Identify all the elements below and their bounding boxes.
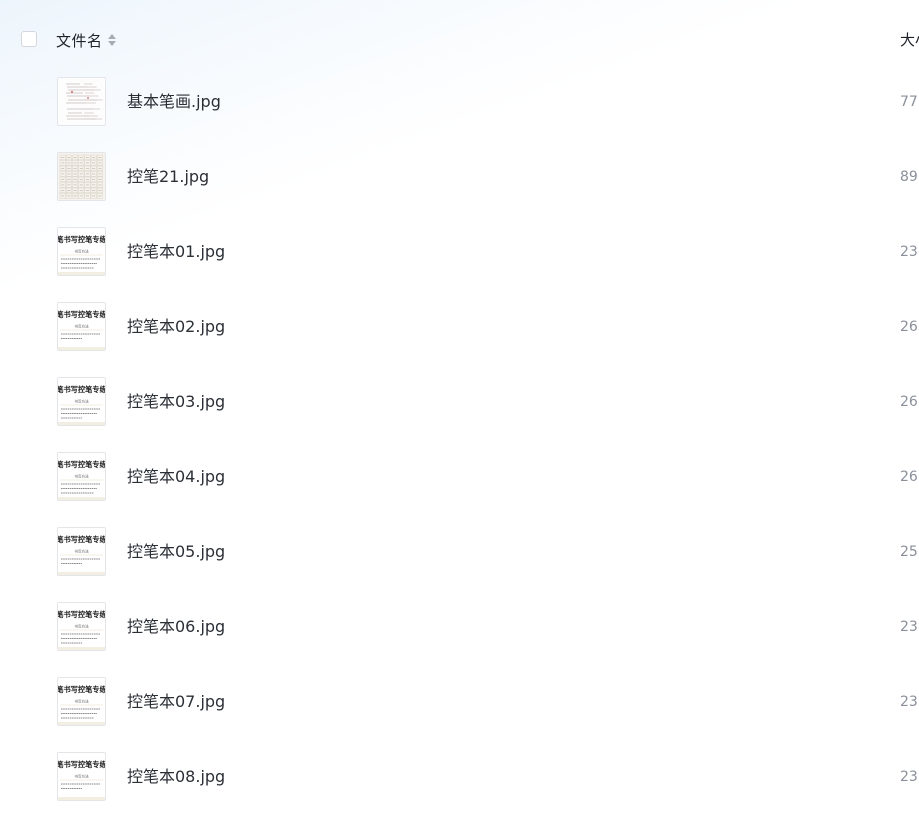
file-size: 23 — [900, 769, 918, 785]
file-row[interactable]: 基本笔画.jpg 77 — [0, 65, 919, 140]
svg-text:笔书写控笔专练: 笔书写控笔专练 — [58, 235, 105, 244]
svg-text:笔书写控笔专练: 笔书写控笔专练 — [58, 760, 105, 769]
file-name[interactable]: 基本笔画.jpg — [127, 91, 221, 113]
file-thumbnail[interactable]: 笔书写控笔专练书写方法 — [57, 527, 106, 576]
file-thumbnail[interactable]: 笔书写控笔专练书写方法 — [57, 452, 106, 501]
svg-text:书写方法: 书写方法 — [74, 324, 89, 329]
file-size: 26 — [900, 319, 918, 335]
file-name[interactable]: 控笔本05.jpg — [127, 541, 225, 563]
file-row[interactable]: 笔书写控笔专练 书写方法 控笔本02.jpg 26 — [0, 290, 919, 365]
file-thumbnail[interactable] — [57, 152, 106, 201]
file-thumbnail[interactable] — [57, 77, 106, 126]
file-name[interactable]: 控笔本03.jpg — [127, 391, 225, 413]
file-size: 23 — [900, 619, 918, 635]
svg-text:笔书写控笔专练: 笔书写控笔专练 — [58, 310, 105, 319]
file-row[interactable]: 笔书写控笔专练 书写方法 控笔本04.jpg 26 — [0, 440, 919, 515]
file-name[interactable]: 控笔21.jpg — [127, 166, 209, 188]
file-size: 77 — [900, 94, 918, 110]
file-thumbnail[interactable]: 笔书写控笔专练书写方法 — [57, 302, 106, 351]
svg-text:笔书写控笔专练: 笔书写控笔专练 — [58, 610, 105, 619]
file-row[interactable]: 笔书写控笔专练 书写方法 控笔本01.jpg 23 — [0, 215, 919, 290]
svg-text:书写方法: 书写方法 — [74, 699, 89, 704]
svg-text:笔书写控笔专练: 笔书写控笔专练 — [58, 535, 105, 544]
workbook-page-thumb-icon: 笔书写控笔专练书写方法 — [58, 753, 105, 800]
select-all-checkbox[interactable] — [21, 31, 37, 47]
name-column-header[interactable]: 文件名 — [56, 29, 116, 51]
file-row[interactable]: 笔书写控笔专练 书写方法 控笔本08.jpg 23 — [0, 740, 919, 815]
svg-text:书写方法: 书写方法 — [74, 474, 89, 479]
svg-text:书写方法: 书写方法 — [74, 624, 89, 629]
workbook-page-thumb-icon: 笔书写控笔专练书写方法 — [58, 453, 105, 500]
workbook-page-thumb-icon: 笔书写控笔专练书写方法 — [58, 303, 105, 350]
workbook-page-thumb-icon: 笔书写控笔专练书写方法 — [58, 678, 105, 725]
workbook-page-thumb-icon: 笔书写控笔专练书写方法 — [58, 528, 105, 575]
file-name[interactable]: 控笔本08.jpg — [127, 766, 225, 788]
file-row[interactable]: 笔书写控笔专练 书写方法 控笔本07.jpg 23 — [0, 665, 919, 740]
workbook-page-thumb-icon: 笔书写控笔专练书写方法 — [58, 228, 105, 275]
file-row[interactable]: 笔书写控笔专练 书写方法 控笔本05.jpg 25 — [0, 515, 919, 590]
svg-text:笔书写控笔专练: 笔书写控笔专练 — [58, 385, 105, 394]
file-size: 26 — [900, 394, 918, 410]
file-size: 23 — [900, 694, 918, 710]
file-thumbnail[interactable]: 笔书写控笔专练书写方法 — [57, 227, 106, 276]
svg-text:书写方法: 书写方法 — [74, 549, 89, 554]
file-size: 23 — [900, 244, 918, 260]
file-thumbnail[interactable]: 笔书写控笔专练书写方法 — [57, 377, 106, 426]
file-row[interactable]: 笔书写控笔专练 书写方法 控笔本06.jpg 23 — [0, 590, 919, 665]
file-list: 基本笔画.jpg 77 控笔21.jpg 89 笔书写控笔专练 书写方法 控笔本01.jpg… — [0, 65, 919, 815]
stroke-sheet-thumb-icon — [58, 78, 105, 125]
grid-sheet-thumb-icon — [58, 153, 105, 200]
svg-text:书写方法: 书写方法 — [74, 249, 89, 254]
file-row[interactable]: 控笔21.jpg 89 — [0, 140, 919, 215]
svg-text:书写方法: 书写方法 — [74, 774, 89, 779]
svg-text:书写方法: 书写方法 — [74, 399, 89, 404]
svg-text:笔书写控笔专练: 笔书写控笔专练 — [58, 685, 105, 694]
workbook-page-thumb-icon: 笔书写控笔专练书写方法 — [58, 603, 105, 650]
file-name[interactable]: 控笔本06.jpg — [127, 616, 225, 638]
file-thumbnail[interactable]: 笔书写控笔专练书写方法 — [57, 752, 106, 801]
file-row[interactable]: 笔书写控笔专练 书写方法 控笔本03.jpg 26 — [0, 365, 919, 440]
file-name[interactable]: 控笔本07.jpg — [127, 691, 225, 713]
file-name[interactable]: 控笔本02.jpg — [127, 316, 225, 338]
file-size: 25 — [900, 544, 918, 560]
svg-text:笔书写控笔专练: 笔书写控笔专练 — [58, 460, 105, 469]
name-column-label: 文件名 — [56, 31, 103, 50]
size-column-header[interactable]: 大小 — [900, 29, 919, 51]
workbook-page-thumb-icon: 笔书写控笔专练书写方法 — [58, 378, 105, 425]
file-size: 26 — [900, 469, 918, 485]
file-name[interactable]: 控笔本01.jpg — [127, 241, 225, 263]
file-name[interactable]: 控笔本04.jpg — [127, 466, 225, 488]
file-thumbnail[interactable]: 笔书写控笔专练书写方法 — [57, 602, 106, 651]
file-size: 89 — [900, 169, 918, 185]
sort-icon[interactable] — [107, 34, 116, 46]
file-thumbnail[interactable]: 笔书写控笔专练书写方法 — [57, 677, 106, 726]
